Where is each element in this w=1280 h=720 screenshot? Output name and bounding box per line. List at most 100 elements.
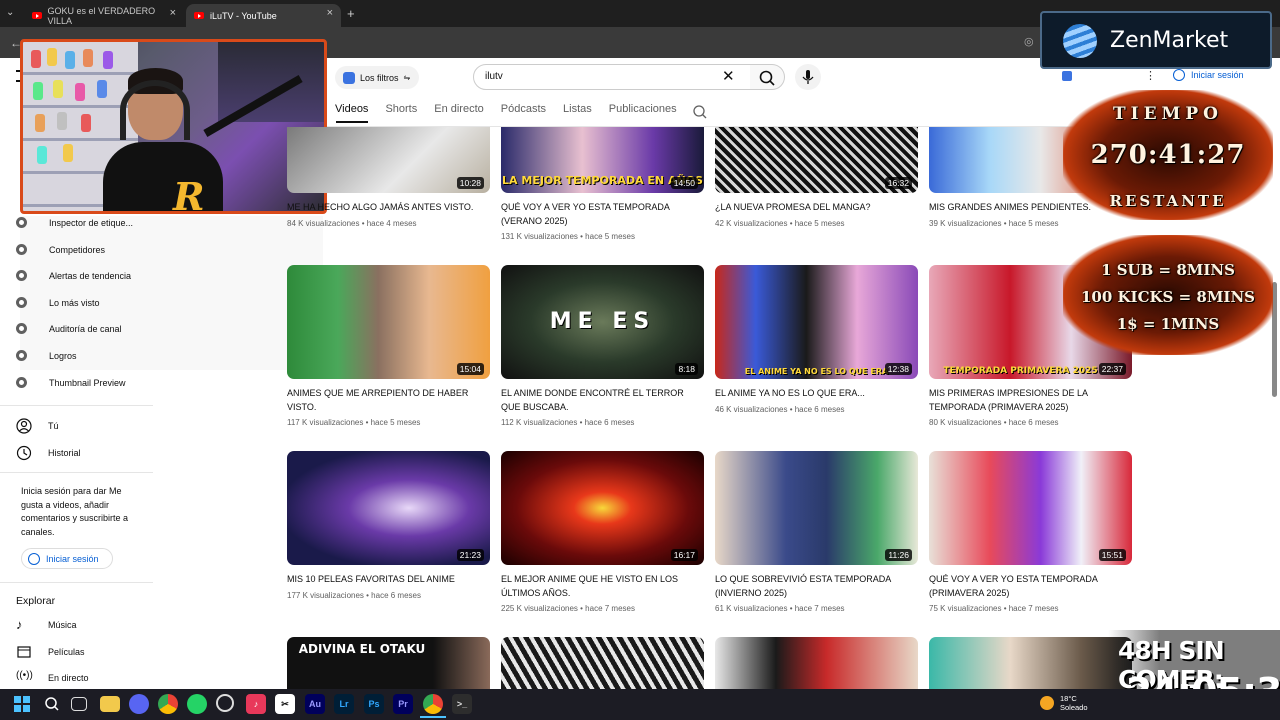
account-icon [28,552,40,565]
discord-icon[interactable] [129,694,149,714]
video-thumbnail[interactable]: LA MEJOR TEMPORADA EN AÑOS 14:50 [501,127,704,193]
audition-icon[interactable]: Au [305,694,325,714]
video-title[interactable]: ME HA HECHO ALGO JAMÁS ANTES VISTO. [287,201,490,215]
video-thumbnail[interactable]: 21:23 [287,451,490,565]
tab-videos[interactable]: Videos [335,103,368,121]
sidebar-item-movies[interactable]: Películas [16,644,85,660]
video-card[interactable]: ADIVINA EL OTAKU [287,637,490,689]
sidebar-item-history[interactable]: Historial [16,445,81,461]
signin-sidebar-button[interactable]: Iniciar sesión [21,548,113,569]
tab-list-chevron-icon[interactable]: ⌄ [6,7,14,18]
video-card[interactable]: 21:23 MIS 10 PELEAS FAVORITAS DEL ANIME … [287,451,490,600]
task-view-icon[interactable] [71,697,87,711]
file-explorer-icon[interactable] [100,696,120,712]
filters-chip[interactable]: Los filtros ⇋ [335,66,420,89]
weather-widget[interactable]: 18°C Soleado [1040,694,1088,712]
sidebar-item-channel-audit[interactable]: Auditoría de canal [16,323,122,334]
video-title[interactable]: ANIMES QUE ME ARREPIENTO DE HABER VISTO. [287,387,490,414]
eye-off-icon[interactable]: ◎ [1024,35,1034,48]
tab-podcasts[interactable]: Pódcasts [501,103,546,121]
video-card[interactable]: 16:17 EL MEJOR ANIME QUE HE VISTO EN LOS… [501,451,704,613]
browser-tab-goku[interactable]: GOKU es el VERDADERO VILLA × [24,4,184,27]
video-thumbnail[interactable]: 15:51 [929,451,1132,565]
sidebar-item-trend-alerts[interactable]: Alertas de tendencia [16,270,131,281]
webcam-overlay: R [20,39,327,214]
tiktok-icon[interactable]: ♪ [246,694,266,714]
clear-search-icon[interactable]: ✕ [722,67,735,85]
search-input[interactable]: ilutv [473,64,751,90]
video-card[interactable]: EL ANIME YA NO ES LO QUE ERA 12:38 EL ANI… [715,265,918,414]
tab-playlists[interactable]: Listas [563,103,592,121]
channel-search-icon[interactable] [692,104,708,120]
whatsapp-icon[interactable] [187,694,207,714]
close-tab-icon[interactable]: × [170,7,176,19]
chrome-active-icon[interactable] [423,694,443,714]
browser-tab-ilutv[interactable]: iLuTV - YouTube × [186,4,341,27]
taskbar-search-icon[interactable] [42,694,62,714]
video-thumbnail[interactable]: 11:26 [715,451,918,565]
sidebar-item-most-viewed[interactable]: Lo más visto [16,297,100,308]
video-card[interactable]: 15:04 ANIMES QUE ME ARREPIENTO DE HABER … [287,265,490,427]
video-card[interactable]: ME ES 8:18 EL ANIME DONDE ENCONTRÉ EL TER… [501,265,704,427]
video-card[interactable]: LA MEJOR TEMPORADA EN AÑOS 14:50 QUÉ VOY … [501,127,704,241]
sidebar-item-thumbnail-preview[interactable]: Thumbnail Preview [16,377,126,388]
extension-icon[interactable] [1062,71,1072,81]
lightroom-icon[interactable]: Lr [334,694,354,714]
premiere-icon[interactable]: Pr [393,694,413,714]
sidebar-item-label: Películas [48,647,85,657]
extension-item-icon [16,270,27,281]
signin-top-button[interactable]: Iniciar sesión [1173,69,1244,81]
tab-shorts[interactable]: Shorts [385,103,417,121]
sidebar-item-tag-inspector[interactable]: Inspector de etique... [16,217,133,228]
video-meta: 225 K visualizaciones • hace 7 meses [501,604,635,613]
video-thumbnail[interactable]: 16:17 [501,451,704,565]
video-thumbnail[interactable]: 10:28 [287,127,490,193]
terminal-icon[interactable]: >_ [452,694,472,714]
video-card[interactable] [501,637,704,689]
video-thumbnail[interactable]: EL ANIME YA NO ES LO QUE ERA 12:38 [715,265,918,379]
youtube-favicon-icon [194,12,204,19]
video-title[interactable]: EL ANIME YA NO ES LO QUE ERA... [715,387,918,401]
photoshop-icon[interactable]: Ps [364,694,384,714]
video-title[interactable]: QUÉ VOY A VER YO ESTA TEMPORADA (PRIMAVE… [929,573,1132,600]
sidebar-item-achievements[interactable]: Logros [16,350,77,361]
sidebar-item-you[interactable]: Tú [16,418,59,434]
video-thumbnail[interactable]: 16:32 [715,127,918,193]
new-tab-button[interactable]: + [347,6,355,21]
video-title[interactable]: QUÉ VOY A VER YO ESTA TEMPORADA (VERANO … [501,201,704,228]
capcut-icon[interactable]: ✂ [275,694,295,714]
obs-icon[interactable] [216,694,234,712]
video-title[interactable]: EL ANIME DONDE ENCONTRÉ EL TERROR QUE BU… [501,387,704,414]
windows-start-icon[interactable] [12,694,32,714]
video-card[interactable]: 16:32 ¿LA NUEVA PROMESA DEL MANGA? 42 K … [715,127,918,228]
video-title[interactable]: ¿LA NUEVA PROMESA DEL MANGA? [715,201,918,215]
chrome-icon[interactable] [158,694,178,714]
video-title[interactable]: LO QUE SOBREVIVIÓ ESTA TEMPORADA (INVIER… [715,573,918,600]
account-icon [1173,69,1185,81]
sidebar-item-label: Lo más visto [49,297,100,308]
video-thumbnail[interactable] [501,637,704,689]
sidebar-item-music[interactable]: ♪ Música [16,617,77,633]
video-card[interactable]: 11:26 LO QUE SOBREVIVIÓ ESTA TEMPORADA (… [715,451,918,613]
video-title[interactable]: MIS PRIMERAS IMPRESIONES DE LA TEMPORADA… [929,387,1132,414]
sidebar-item-competitors[interactable]: Competidores [16,244,105,255]
video-card[interactable] [715,637,918,689]
video-title[interactable]: MIS 10 PELEAS FAVORITAS DEL ANIME [287,573,490,587]
search-button[interactable] [750,64,785,90]
tab-posts[interactable]: Publicaciones [609,103,677,121]
video-thumbnail[interactable]: ADIVINA EL OTAKU [287,637,490,689]
video-card[interactable] [929,637,1132,689]
explore-heading: Explorar [16,595,56,607]
video-thumbnail[interactable] [929,637,1132,689]
tab-live[interactable]: En directo [434,103,484,121]
voice-search-button[interactable] [795,64,821,90]
video-thumbnail[interactable] [715,637,918,689]
video-card[interactable]: 10:28 ME HA HECHO ALGO JAMÁS ANTES VISTO… [287,127,490,228]
video-title[interactable]: EL MEJOR ANIME QUE HE VISTO EN LOS ÚLTIM… [501,573,704,600]
close-tab-icon[interactable]: × [327,7,333,19]
more-options-icon[interactable]: ⋮ [1145,69,1156,82]
video-thumbnail[interactable]: ME ES 8:18 [501,265,704,379]
video-thumbnail[interactable]: 15:04 [287,265,490,379]
video-card[interactable]: 15:51 QUÉ VOY A VER YO ESTA TEMPORADA (P… [929,451,1132,613]
sidebar-item-live[interactable]: ((•)) En directo [16,670,89,686]
